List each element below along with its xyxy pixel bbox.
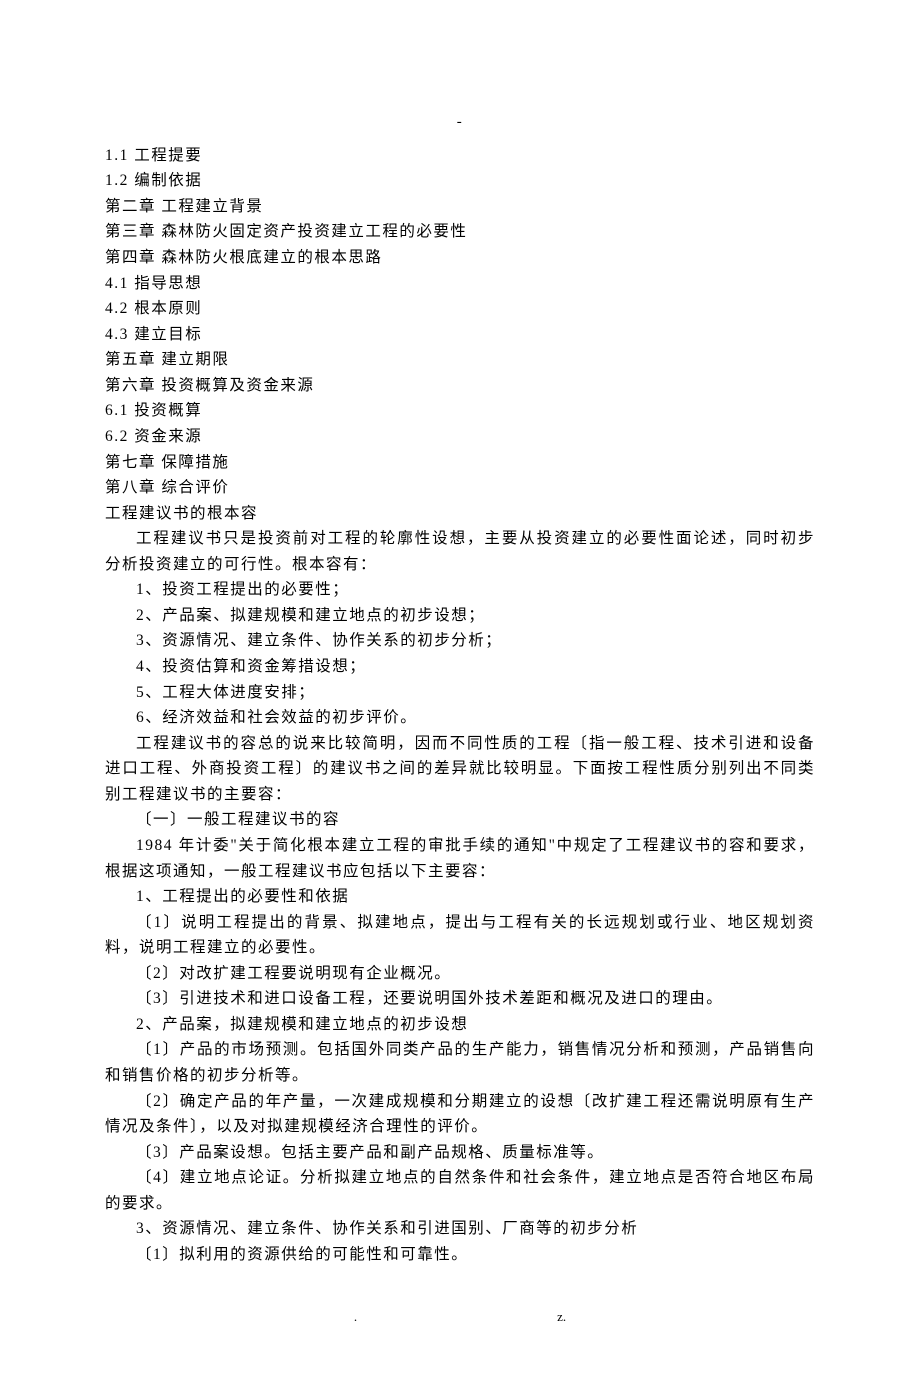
sub-item: 〔3〕引进技术和进口设备工程，还要说明国外技术差距和概况及进口的理由。 <box>105 986 815 1012</box>
basic-list-item: 2、产品案、拟建规模和建立地点的初步设想； <box>105 603 815 629</box>
toc-line: 第七章 保障措施 <box>105 450 815 476</box>
sub-item: 〔2〕确定产品的年产量，一次建成规模和分期建立的设想〔改扩建工程还需说明原有生产… <box>105 1089 815 1140</box>
sub-item: 〔1〕拟利用的资源供给的可能性和可靠性。 <box>105 1242 815 1268</box>
section-heading: 工程建议书的根本容 <box>105 501 815 527</box>
numbered-item-title: 3、资源情况、建立条件、协作关系和引进国别、厂商等的初步分析 <box>105 1216 815 1242</box>
toc-line: 第五章 建立期限 <box>105 347 815 373</box>
document-page: - 1.1 工程提要 1.2 编制依据 第二章 工程建立背景 第三章 森林防火固… <box>0 0 920 1387</box>
toc-line: 4.3 建立目标 <box>105 322 815 348</box>
toc-line: 6.2 资金来源 <box>105 424 815 450</box>
toc-line: 第六章 投资概算及资金来源 <box>105 373 815 399</box>
toc-line: 第八章 综合评价 <box>105 475 815 501</box>
top-dash: - <box>105 110 815 143</box>
sub-item: 〔1〕产品的市场预测。包括国外同类产品的生产能力，销售情况分析和预测，产品销售向… <box>105 1037 815 1088</box>
toc-line: 第四章 森林防火根底建立的根本思路 <box>105 245 815 271</box>
numbered-item-title: 2、产品案，拟建规模和建立地点的初步设想 <box>105 1012 815 1038</box>
sub-item: 〔4〕建立地点论证。分析拟建立地点的自然条件和社会条件，建立地点是否符合地区布局… <box>105 1165 815 1216</box>
page-footer: . z. <box>105 1268 815 1327</box>
footer-dot: . <box>354 1306 554 1327</box>
toc-line: 第三章 森林防火固定资产投资建立工程的必要性 <box>105 219 815 245</box>
toc-line: 第二章 工程建立背景 <box>105 194 815 220</box>
toc-line: 4.2 根本原则 <box>105 296 815 322</box>
body-paragraph: 工程建议书的容总的说来比较简明，因而不同性质的工程〔指一般工程、技术引进和设备进… <box>105 731 815 808</box>
basic-list-item: 3、资源情况、建立条件、协作关系的初步分析； <box>105 628 815 654</box>
basic-list-item: 5、工程大体进度安排； <box>105 680 815 706</box>
toc-line: 1.2 编制依据 <box>105 168 815 194</box>
footer-page-marker: z. <box>557 1306 566 1327</box>
subsection-title: 〔一〕一般工程建议书的容 <box>105 807 815 833</box>
numbered-item-title: 1、工程提出的必要性和依据 <box>105 884 815 910</box>
sub-item: 〔3〕产品案设想。包括主要产品和副产品规格、质量标准等。 <box>105 1140 815 1166</box>
toc-line: 4.1 指导思想 <box>105 271 815 297</box>
intro-paragraph: 工程建议书只是投资前对工程的轮廓性设想，主要从投资建立的必要性面论述，同时初步分… <box>105 526 815 577</box>
body-paragraph: 1984 年计委"关于简化根本建立工程的审批手续的通知"中规定了工程建议书的容和… <box>105 833 815 884</box>
toc-line: 6.1 投资概算 <box>105 398 815 424</box>
basic-list-item: 4、投资估算和资金筹措设想； <box>105 654 815 680</box>
sub-item: 〔2〕对改扩建工程要说明现有企业概况。 <box>105 961 815 987</box>
sub-item: 〔1〕说明工程提出的背景、拟建地点，提出与工程有关的长远规划或行业、地区规划资料… <box>105 910 815 961</box>
basic-list-item: 6、经济效益和社会效益的初步评价。 <box>105 705 815 731</box>
toc-line: 1.1 工程提要 <box>105 143 815 169</box>
basic-list-item: 1、投资工程提出的必要性； <box>105 577 815 603</box>
